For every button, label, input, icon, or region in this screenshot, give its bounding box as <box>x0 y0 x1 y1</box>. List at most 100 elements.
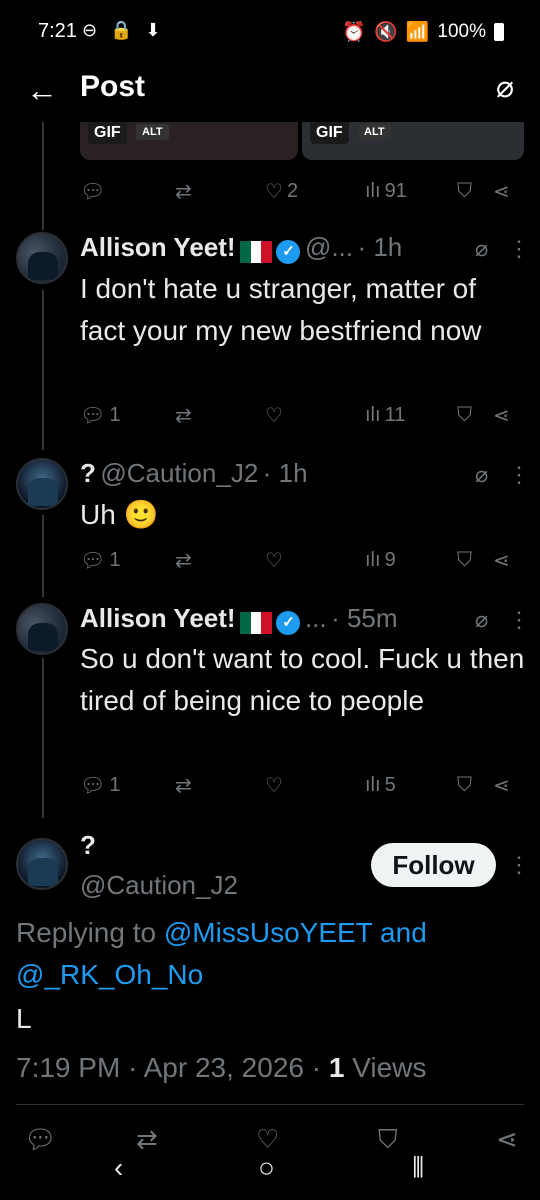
mention-link[interactable]: @_RK_Oh_No <box>16 959 203 990</box>
share-button[interactable]: ⋖ <box>493 773 510 798</box>
alt-badge[interactable]: ALT <box>358 124 391 140</box>
repost-button[interactable]: ⇄ <box>175 548 265 573</box>
reply-header: ? @Caution_J2 · 1h <box>80 458 525 489</box>
repost-button[interactable]: ⇄ <box>175 403 265 428</box>
heart-icon: ♡ <box>265 774 283 797</box>
post-time: · 55m <box>331 603 398 633</box>
reply-button[interactable]: 💬︎ 1 <box>80 403 175 428</box>
reply-icon: 💬︎ <box>80 549 106 572</box>
battery-icon <box>494 23 504 41</box>
post-timestamp: 7:19 PM · Apr 23, 2026 · <box>16 1052 329 1083</box>
grok-icon[interactable]: ⌀ <box>475 607 488 633</box>
views-icon: ılı <box>365 179 381 202</box>
mention-link[interactable]: @MissUsoYEET <box>164 917 372 948</box>
gif-badge: GIF <box>88 122 127 144</box>
share-button[interactable]: ⋖ <box>493 548 510 573</box>
nav-recents-icon[interactable]: ⦀ <box>412 1152 424 1185</box>
mute-icon: 🔇 <box>374 22 398 43</box>
gif-badge: GIF <box>310 122 349 144</box>
gif-media-1[interactable]: GIF ALT <box>80 122 298 160</box>
display-name[interactable]: ? <box>80 458 96 488</box>
repost-button[interactable]: ⇄ <box>175 179 265 204</box>
post-views-count: 1 <box>328 1052 345 1083</box>
views-button[interactable]: ılı 91 <box>365 180 457 203</box>
display-name[interactable]: Allison Yeet! <box>80 603 236 633</box>
status-right-group: ⏰ 🔇 📶 100% <box>342 20 504 44</box>
reply-actions: 💬︎ 1 ⇄ ♡ ılı 5 ⛉ ⋖ <box>80 770 525 800</box>
gif-media-2[interactable]: GIF ALT <box>302 122 524 160</box>
follow-button[interactable]: Follow <box>371 843 496 887</box>
views-button[interactable]: ılı 9 <box>365 549 457 572</box>
post-time: · 1h <box>357 232 403 262</box>
top-app-bar: ← Post ⌀ <box>0 62 540 122</box>
thread-line <box>42 515 44 597</box>
reply-icon: 💬︎ <box>80 404 106 427</box>
alt-badge[interactable]: ALT <box>136 124 169 140</box>
views-button[interactable]: ılı 11 <box>365 404 457 427</box>
avatar[interactable] <box>16 603 68 655</box>
user-handle[interactable]: ... <box>305 603 327 633</box>
avatar[interactable] <box>16 838 68 890</box>
repost-icon: ⇄ <box>175 549 192 572</box>
repost-icon: ⇄ <box>175 774 192 797</box>
post-views-label[interactable]: Views <box>344 1052 426 1083</box>
thread-line <box>42 122 44 230</box>
reply-header: Allison Yeet! ✓ @... · 1h <box>80 232 525 264</box>
thread-line <box>42 290 44 450</box>
repost-icon: ⇄ <box>175 180 192 203</box>
reply-header: Allison Yeet! ✓ ... · 55m <box>80 603 525 635</box>
like-button[interactable]: ♡ 2 <box>265 179 365 204</box>
repost-icon: ⇄ <box>175 404 192 427</box>
share-icon: ⋖ <box>493 549 510 572</box>
avatar[interactable] <box>16 232 68 284</box>
user-handle[interactable]: @Caution_J2 <box>100 458 258 488</box>
replying-prefix: Replying to <box>16 917 164 948</box>
user-handle[interactable]: @Caution_J2 <box>80 870 238 901</box>
nav-home-icon[interactable]: ○ <box>258 1152 275 1184</box>
like-count: 2 <box>286 179 299 202</box>
repost-button[interactable]: ⇄ <box>175 773 265 798</box>
avatar[interactable] <box>16 458 68 510</box>
views-button[interactable]: ılı 5 <box>365 774 457 797</box>
reply-count: 1 <box>109 773 121 796</box>
bookmark-icon: ⛉ <box>457 548 472 571</box>
more-options-icon[interactable]: ⋮ <box>508 852 530 878</box>
share-icon: ⋖ <box>493 404 510 427</box>
display-name[interactable]: ? <box>80 830 96 861</box>
back-arrow-icon[interactable]: ← <box>26 72 58 109</box>
parent-post-actions: 💬︎ ⇄ ♡ 2 ılı 91 ⛉ ⋖ <box>80 176 525 206</box>
display-name[interactable]: Allison Yeet! <box>80 232 236 262</box>
grok-icon[interactable]: ⌀ <box>475 236 488 262</box>
views-icon: ılı <box>365 773 381 796</box>
mexico-flag-icon <box>240 240 272 263</box>
more-options-icon[interactable]: ⋮ <box>508 462 530 488</box>
grok-icon[interactable]: ⌀ <box>496 70 514 105</box>
reply-button[interactable]: 💬︎ 1 <box>80 548 175 573</box>
nav-back-icon[interactable]: ‹ <box>114 1152 123 1184</box>
like-button[interactable]: ♡ <box>265 548 365 573</box>
reply-button[interactable]: 💬︎ 1 <box>80 773 175 798</box>
reply-button[interactable]: 💬︎ <box>80 179 175 204</box>
user-handle[interactable]: @... <box>305 232 353 262</box>
post-time: · 1h <box>262 458 308 488</box>
bookmark-button[interactable]: ⛉ <box>457 774 493 797</box>
like-button[interactable]: ♡ <box>265 773 365 798</box>
share-icon: ⋖ <box>493 774 510 797</box>
more-options-icon[interactable]: ⋮ <box>508 607 530 633</box>
bookmark-icon: ⛉ <box>457 773 472 796</box>
bookmark-icon: ⛉ <box>457 179 472 202</box>
post-meta: 7:19 PM · Apr 23, 2026 · 1 Views <box>16 1052 426 1084</box>
grok-icon[interactable]: ⌀ <box>475 462 488 488</box>
bookmark-button[interactable]: ⛉ <box>457 404 493 427</box>
share-icon: ⋖ <box>493 180 510 203</box>
more-options-icon[interactable]: ⋮ <box>508 236 530 262</box>
wifi-icon: 📶 <box>405 22 430 43</box>
bookmark-button[interactable]: ⛉ <box>457 180 493 203</box>
views-icon: ılı <box>365 403 381 426</box>
share-button[interactable]: ⋖ <box>493 179 510 204</box>
share-button[interactable]: ⋖ <box>493 403 510 428</box>
thread-line <box>42 658 44 818</box>
replying-to: Replying to @MissUsoYEET and @_RK_Oh_No <box>16 912 524 996</box>
bookmark-button[interactable]: ⛉ <box>457 549 493 572</box>
like-button[interactable]: ♡ <box>265 403 365 428</box>
